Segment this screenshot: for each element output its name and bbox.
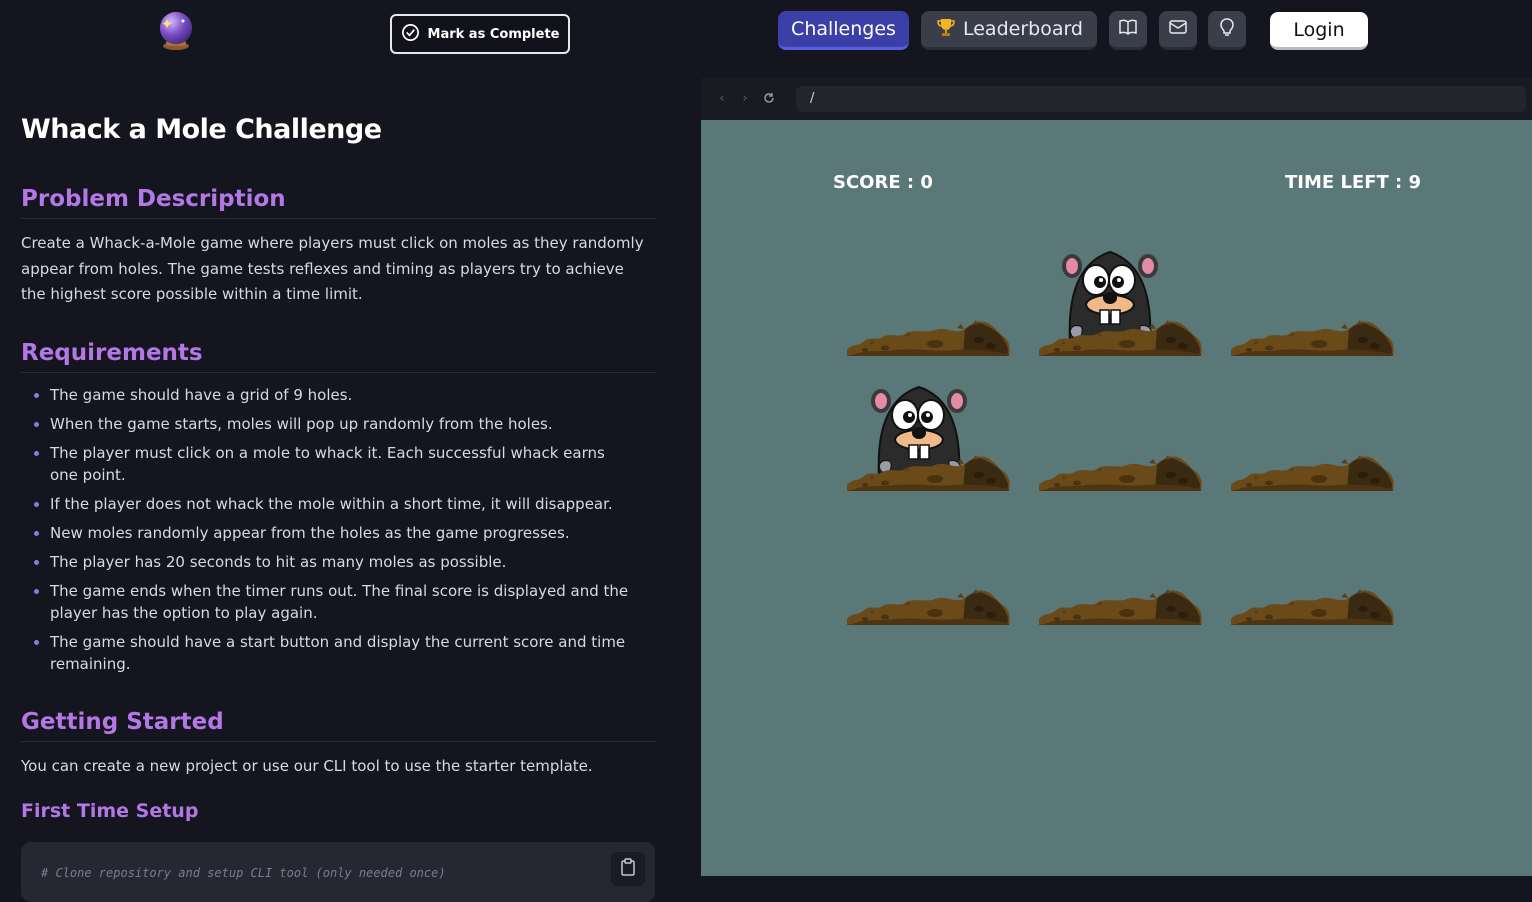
hole[interactable] — [1037, 589, 1203, 629]
reload-icon[interactable] — [762, 91, 776, 105]
nav-challenges-label: Challenges — [791, 18, 896, 40]
hole[interactable] — [1229, 320, 1395, 360]
back-icon[interactable]: ‹ — [715, 91, 729, 106]
mark-as-complete-label: Mark as Complete — [427, 26, 560, 42]
time-left-display: TIME LEFT : 9 — [1285, 172, 1422, 193]
lightbulb-icon — [1217, 17, 1237, 41]
url-input[interactable]: / — [796, 86, 1526, 112]
list-item: When the game starts, moles will pop up … — [21, 413, 631, 435]
hole[interactable] — [1037, 455, 1203, 495]
list-item: If the player does not whack the mole wi… — [21, 493, 631, 515]
copy-code-button[interactable] — [611, 852, 645, 886]
login-label: Login — [1293, 18, 1345, 41]
hole[interactable] — [1229, 455, 1395, 495]
hole[interactable] — [1037, 320, 1203, 360]
contact-button[interactable] — [1159, 11, 1197, 50]
list-item: The game ends when the timer runs out. T… — [21, 580, 631, 624]
nav-challenges-button[interactable]: Challenges — [778, 11, 909, 50]
clipboard-icon — [620, 858, 636, 880]
ideas-button[interactable] — [1208, 11, 1246, 50]
score-display: SCORE : 0 — [833, 172, 933, 193]
preview-browser: ‹ › / SCORE : 0 TIME LEFT : 9 — [701, 78, 1532, 876]
hole[interactable] — [845, 589, 1011, 629]
code-comment: # Clone repository and setup CLI tool (o… — [41, 866, 446, 880]
browser-toolbar: ‹ › / — [701, 78, 1532, 120]
trophy-icon — [935, 16, 957, 43]
problem-description-text: Create a Whack-a-Mole game where players… — [21, 234, 644, 303]
requirements-list: The game should have a grid of 9 holes. … — [21, 384, 631, 682]
challenge-description-panel: Whack a Mole Challenge Problem Descripti… — [0, 64, 700, 902]
page-title: Whack a Mole Challenge — [21, 114, 382, 145]
mail-icon — [1168, 17, 1188, 41]
top-nav-bar: Mark as Complete Challenges Leaderboard … — [0, 0, 1532, 64]
check-circle-icon — [401, 23, 420, 46]
docs-button[interactable] — [1109, 11, 1147, 50]
nav-leaderboard-label: Leaderboard — [962, 18, 1083, 40]
forward-icon[interactable]: › — [738, 91, 752, 106]
hole[interactable] — [845, 455, 1011, 495]
getting-started-heading: Getting Started — [21, 709, 656, 742]
list-item: The game should have a grid of 9 holes. — [21, 384, 631, 406]
nav-leaderboard-button[interactable]: Leaderboard — [921, 11, 1097, 50]
login-button[interactable]: Login — [1270, 12, 1368, 50]
requirements-heading: Requirements — [21, 340, 656, 373]
book-icon — [1118, 17, 1138, 41]
hole[interactable] — [1229, 589, 1395, 629]
code-block: # Clone repository and setup CLI tool (o… — [21, 842, 655, 902]
hole[interactable] — [845, 320, 1011, 360]
list-item: The player has 20 seconds to hit as many… — [21, 551, 631, 573]
crystal-ball-icon[interactable] — [155, 9, 197, 51]
getting-started-text: You can create a new project or use our … — [21, 757, 593, 775]
first-time-setup-heading: First Time Setup — [21, 800, 199, 822]
mark-as-complete-button[interactable]: Mark as Complete — [390, 14, 570, 54]
problem-description-heading: Problem Description — [21, 186, 656, 219]
list-item: New moles randomly appear from the holes… — [21, 522, 631, 544]
list-item: The player must click on a mole to whack… — [21, 442, 631, 486]
list-item: The game should have a start button and … — [21, 631, 631, 675]
